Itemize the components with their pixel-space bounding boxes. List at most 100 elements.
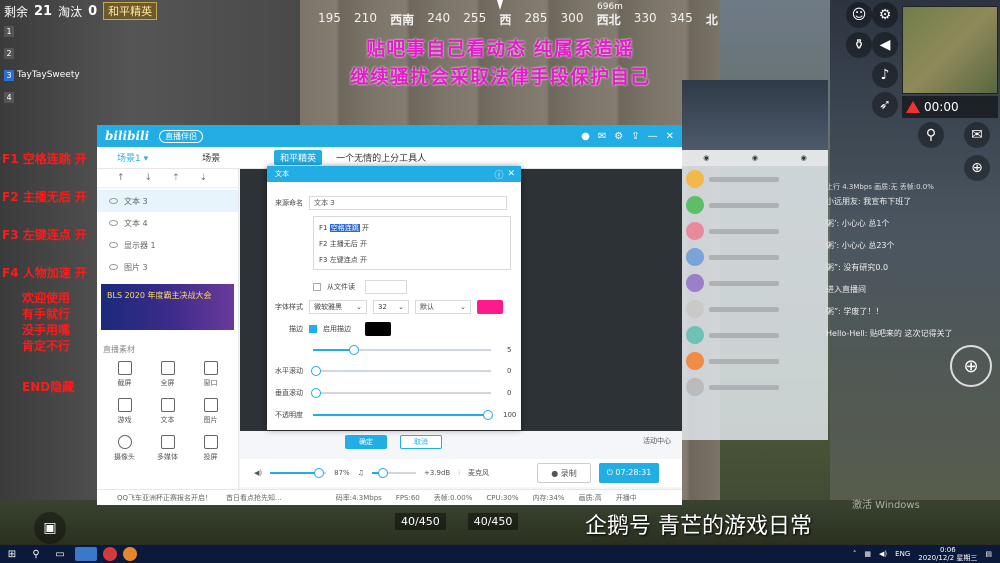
slider-knob[interactable]	[483, 410, 493, 420]
material-game[interactable]: 游戏	[103, 398, 146, 425]
source-item[interactable]: 图片 3	[97, 256, 238, 278]
category-tag[interactable]: 和平精英	[274, 150, 323, 165]
status-item[interactable]: QQ飞车亚洲杯正赛报名开启！	[117, 493, 212, 503]
qq-tab-icon[interactable]: ◉	[703, 154, 709, 162]
mic-toggle[interactable]: 麦克风	[468, 468, 489, 478]
live-button[interactable]: ⏻ 07:28:31	[598, 463, 659, 483]
stream-title[interactable]: 一个无情的上分工具人	[336, 151, 426, 164]
language-indicator[interactable]: ENG	[895, 550, 910, 558]
windows-start-icon[interactable]: ⊞	[0, 549, 24, 560]
map-marker-icon[interactable]: ⚲	[918, 122, 944, 148]
qq-tab-icon[interactable]: ◉	[752, 154, 758, 162]
mail-icon[interactable]: ✉	[598, 131, 606, 142]
ammo-left[interactable]: 40/450	[395, 512, 446, 530]
sprint-icon[interactable]: ➶	[872, 92, 898, 118]
material-media[interactable]: 多媒体	[146, 435, 189, 462]
eye-icon[interactable]	[109, 242, 118, 248]
bili-mode-pill[interactable]: 直播伴侣	[159, 129, 204, 143]
slider-knob[interactable]	[349, 345, 359, 355]
move-bottom-icon[interactable]: ⇣	[200, 173, 208, 183]
material-window[interactable]: 窗口	[189, 361, 232, 388]
microphone-icon[interactable]: ♫	[358, 469, 364, 477]
slider-knob[interactable]	[377, 468, 388, 478]
scene-dropdown[interactable]: 场景1 ▾	[117, 151, 148, 164]
mic-volume-slider[interactable]	[371, 468, 416, 478]
search-icon[interactable]: ⚲	[24, 549, 48, 560]
emote-icon[interactable]: ☺	[846, 2, 872, 28]
minimize-icon[interactable]: —	[648, 131, 658, 142]
network-icon[interactable]: ▦	[864, 550, 871, 558]
app-icon[interactable]	[123, 547, 137, 561]
eye-icon[interactable]	[109, 198, 118, 204]
speaker-icon[interactable]: ◀	[872, 32, 898, 58]
qq-contact[interactable]	[682, 348, 828, 374]
close-icon[interactable]: ✕	[666, 131, 674, 142]
extinguisher-icon[interactable]: ⚱	[846, 32, 872, 58]
source-item[interactable]: 文本 4	[97, 212, 238, 234]
qq-contact[interactable]	[682, 374, 828, 400]
desktop-volume-slider[interactable]	[270, 468, 327, 478]
from-file-checkbox[interactable]	[313, 283, 321, 291]
material-screenshot[interactable]: 截屏	[103, 361, 146, 388]
move-up-icon[interactable]: ↑	[117, 173, 125, 183]
hscroll-slider[interactable]	[311, 366, 491, 376]
close-icon[interactable]: ✕	[507, 169, 521, 179]
task-view-icon[interactable]: ▭	[48, 549, 72, 560]
qq-contact[interactable]	[682, 322, 828, 348]
ad-banner[interactable]: BLS 2020 年度霸主决战大会	[101, 284, 234, 330]
scene-tab[interactable]: 场景	[202, 151, 220, 164]
slider-knob[interactable]	[311, 388, 321, 398]
ok-button[interactable]: 确定	[345, 435, 387, 449]
eye-icon[interactable]	[109, 264, 118, 270]
volume-icon[interactable]: ◀)	[879, 550, 887, 558]
status-item[interactable]: 首日看点抢先知...	[226, 493, 282, 503]
source-item[interactable]: 显示器 1	[97, 234, 238, 256]
source-item[interactable]: 文本 3	[97, 190, 238, 212]
help-icon[interactable]: ⓘ	[494, 168, 507, 181]
ammo-right[interactable]: 40/450	[467, 512, 519, 530]
slider-knob[interactable]	[311, 366, 321, 376]
slider-knob[interactable]	[313, 468, 324, 478]
qq-contact[interactable]	[682, 296, 828, 322]
backpack-icon[interactable]: ▣	[34, 512, 66, 544]
chevron-up-icon[interactable]: ˄	[853, 550, 857, 558]
material-fullscreen[interactable]: 全屏	[146, 361, 189, 388]
qq-contact[interactable]	[682, 270, 828, 296]
qq-tab-icon[interactable]: ◉	[801, 154, 807, 162]
font-size-select[interactable]: 32 ⌄	[373, 300, 409, 314]
text-content-area[interactable]: F1 空格连跳 开 F2 主播无后 开 F3 左键连点 开	[313, 216, 511, 270]
vscroll-slider[interactable]	[311, 388, 491, 398]
move-down-icon[interactable]: ↓	[145, 173, 153, 183]
stroke-width-slider[interactable]	[313, 345, 491, 355]
move-top-icon[interactable]: ⇡	[172, 173, 180, 183]
qq-contact[interactable]	[682, 218, 828, 244]
material-image[interactable]: 图片	[189, 398, 232, 425]
qq-contact[interactable]	[682, 244, 828, 270]
speaker-icon[interactable]: ◀)	[254, 469, 262, 477]
stroke-checkbox[interactable]	[309, 325, 317, 333]
stroke-color-swatch[interactable]	[365, 322, 391, 336]
notification-icon[interactable]: ▤	[985, 550, 992, 558]
mixer-icon[interactable]: ⫶	[458, 469, 460, 478]
source-name-input[interactable]: 文本 3	[309, 196, 507, 210]
fire-button[interactable]: ⊕	[950, 345, 992, 387]
scope-icon[interactable]: ⊕	[964, 155, 990, 181]
gear-icon[interactable]: ⚙	[614, 131, 623, 142]
material-text[interactable]: 文本	[146, 398, 189, 425]
font-style-select[interactable]: 默认 ⌄	[415, 300, 471, 314]
eye-icon[interactable]	[109, 220, 118, 226]
text-color-swatch[interactable]	[477, 300, 503, 314]
qq-contact[interactable]	[682, 166, 828, 192]
minimap[interactable]	[902, 6, 998, 94]
app-icon[interactable]	[75, 547, 97, 561]
opacity-slider[interactable]	[313, 410, 493, 420]
file-path-input[interactable]	[365, 280, 407, 294]
microphone-icon[interactable]: ♪	[872, 62, 898, 88]
chat-bubble-icon[interactable]: ✉	[964, 122, 990, 148]
material-cast[interactable]: 投屏	[189, 435, 232, 462]
avatar[interactable]: ●	[581, 131, 590, 142]
app-icon[interactable]	[103, 547, 117, 561]
gear-icon[interactable]: ⚙	[872, 2, 898, 28]
font-family-select[interactable]: 微软雅黑 ⌄	[309, 300, 367, 314]
share-icon[interactable]: ⇪	[631, 131, 639, 142]
